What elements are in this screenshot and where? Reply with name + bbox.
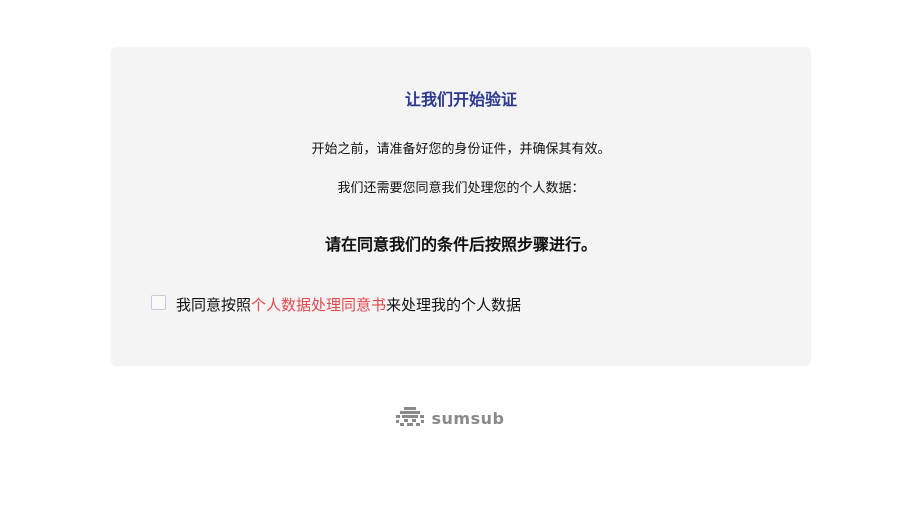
consent-text-after: 来处理我的个人数据	[386, 296, 522, 314]
consent-document-link[interactable]: 个人数据处理同意书	[251, 296, 386, 314]
consent-text-before: 我同意按照	[176, 296, 252, 314]
instruction-text: 请在同意我们的条件后按照步骤进行。	[324, 235, 597, 254]
consent-row: 我同意按照个人数据处理同意书来处理我的个人数据	[151, 294, 521, 315]
verification-card: 让我们开始验证 开始之前，请准备好您的身份证件，并确保其有效。 我们还需要您同意…	[111, 47, 811, 366]
intro-text: 开始之前，请准备好您的身份证件，并确保其有效。	[311, 142, 611, 157]
page-title: 让我们开始验证	[404, 90, 517, 109]
consent-prompt-text: 我们还需要您同意我们处理您的个人数据：	[337, 181, 585, 196]
footer-brand: sumsub	[0, 406, 898, 430]
brand-name: sumsub	[431, 408, 505, 428]
consent-checkbox[interactable]	[151, 294, 166, 310]
sumsub-logo-icon	[394, 406, 426, 430]
consent-label: 我同意按照个人数据处理同意书来处理我的个人数据	[176, 295, 521, 315]
